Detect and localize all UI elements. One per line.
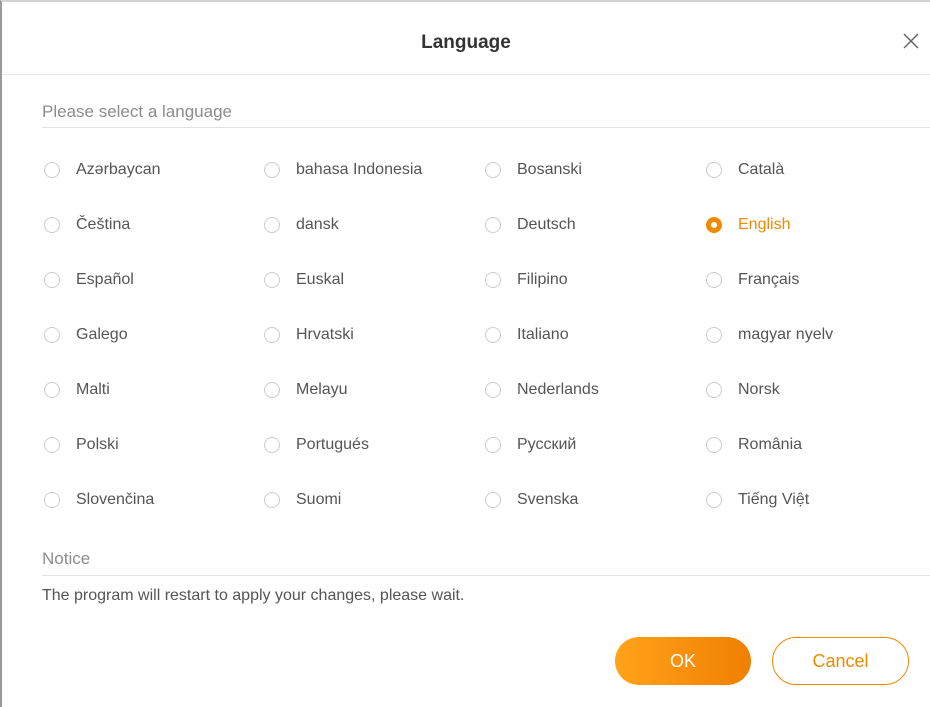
- radio-unchecked-icon[interactable]: [706, 162, 722, 178]
- radio-unchecked-icon[interactable]: [264, 162, 280, 178]
- radio-unchecked-icon[interactable]: [264, 382, 280, 398]
- radio-unchecked-icon[interactable]: [485, 162, 501, 178]
- language-option[interactable]: Deutsch: [485, 210, 576, 240]
- language-option[interactable]: Melayu: [264, 375, 348, 405]
- language-option[interactable]: dansk: [264, 210, 339, 240]
- radio-unchecked-icon[interactable]: [706, 492, 722, 508]
- radio-unchecked-icon[interactable]: [485, 382, 501, 398]
- language-option[interactable]: English: [706, 210, 790, 240]
- language-option[interactable]: Slovenčina: [44, 485, 154, 515]
- language-option-label: Tiếng Việt: [738, 491, 810, 508]
- language-option-label: România: [738, 436, 803, 453]
- radio-unchecked-icon[interactable]: [264, 327, 280, 343]
- language-option[interactable]: Suomi: [264, 485, 341, 515]
- language-option-label: Suomi: [296, 491, 342, 508]
- language-dialog: Language Please select a language Azərba…: [0, 0, 930, 707]
- language-option-label: Norsk: [738, 381, 780, 398]
- language-option-label: Svenska: [517, 491, 579, 508]
- select-divider: [42, 127, 930, 128]
- language-option-label: Galego: [76, 326, 128, 343]
- language-option-label: Melayu: [296, 381, 348, 398]
- radio-unchecked-icon[interactable]: [706, 272, 722, 288]
- language-option[interactable]: Русский: [485, 430, 576, 460]
- radio-unchecked-icon[interactable]: [706, 327, 722, 343]
- cancel-button[interactable]: Cancel: [772, 637, 909, 685]
- radio-unchecked-icon[interactable]: [485, 327, 501, 343]
- title-bar: Language: [2, 2, 930, 75]
- language-option-label: Slovenčina: [76, 491, 155, 508]
- language-option[interactable]: Català: [706, 155, 784, 185]
- language-option-label: dansk: [296, 216, 339, 233]
- language-option[interactable]: Malti: [44, 375, 110, 405]
- radio-unchecked-icon[interactable]: [44, 272, 60, 288]
- radio-unchecked-icon[interactable]: [485, 217, 501, 233]
- radio-unchecked-icon[interactable]: [264, 437, 280, 453]
- radio-unchecked-icon[interactable]: [44, 217, 60, 233]
- language-option-label: Filipino: [517, 271, 568, 288]
- language-option-label: bahasa Indonesia: [296, 161, 423, 178]
- radio-unchecked-icon[interactable]: [264, 217, 280, 233]
- language-option-label: Français: [738, 271, 800, 288]
- close-button[interactable]: [900, 30, 922, 52]
- language-option-label: Euskal: [296, 271, 345, 288]
- language-option-label: Portugués: [296, 436, 369, 453]
- language-option-label: English: [738, 216, 791, 233]
- language-option-label: Čeština: [76, 216, 131, 233]
- close-icon: [903, 33, 919, 49]
- radio-unchecked-icon[interactable]: [44, 382, 60, 398]
- notice-text: The program will restart to apply your c…: [42, 587, 465, 604]
- radio-unchecked-icon[interactable]: [44, 327, 60, 343]
- language-option[interactable]: România: [706, 430, 802, 460]
- language-option[interactable]: Nederlands: [485, 375, 599, 405]
- language-option-label: Русский: [517, 436, 577, 453]
- language-option[interactable]: Portugués: [264, 430, 369, 460]
- radio-unchecked-icon[interactable]: [44, 437, 60, 453]
- language-option[interactable]: Galego: [44, 320, 128, 350]
- language-option-label: Hrvatski: [296, 326, 354, 343]
- radio-unchecked-icon[interactable]: [264, 492, 280, 508]
- language-option[interactable]: Italiano: [485, 320, 569, 350]
- radio-unchecked-icon[interactable]: [485, 492, 501, 508]
- notice-label: Notice: [42, 549, 91, 568]
- language-option[interactable]: magyar nyelv: [706, 320, 833, 350]
- language-option[interactable]: Polski: [44, 430, 119, 460]
- language-option-label: magyar nyelv: [738, 326, 834, 343]
- radio-unchecked-icon[interactable]: [485, 437, 501, 453]
- language-option-label: Malti: [76, 381, 110, 398]
- language-option[interactable]: Euskal: [264, 265, 344, 295]
- language-option-label: Català: [738, 161, 785, 178]
- ok-button[interactable]: OK: [615, 637, 751, 685]
- language-option[interactable]: Svenska: [485, 485, 578, 515]
- language-option-label: Azərbaycan: [76, 161, 161, 178]
- radio-unchecked-icon[interactable]: [264, 272, 280, 288]
- language-option[interactable]: Español: [44, 265, 134, 295]
- radio-unchecked-icon[interactable]: [706, 437, 722, 453]
- language-option[interactable]: Hrvatski: [264, 320, 354, 350]
- language-option-label: Deutsch: [517, 216, 576, 233]
- language-option-label: Italiano: [517, 326, 569, 343]
- radio-unchecked-icon[interactable]: [44, 162, 60, 178]
- language-option[interactable]: Tiếng Việt: [706, 485, 809, 515]
- dialog-title: Language: [421, 32, 511, 53]
- language-option[interactable]: Filipino: [485, 265, 568, 295]
- language-option[interactable]: Bosanski: [485, 155, 582, 185]
- radio-unchecked-icon[interactable]: [44, 492, 60, 508]
- radio-unchecked-icon[interactable]: [706, 382, 722, 398]
- select-language-label: Please select a language: [42, 102, 232, 121]
- language-option-label: Polski: [76, 436, 119, 453]
- language-option[interactable]: Français: [706, 265, 799, 295]
- language-option-label: Nederlands: [517, 381, 599, 398]
- language-option-label: Bosanski: [517, 161, 582, 178]
- radio-checked-icon[interactable]: [706, 217, 722, 233]
- language-option[interactable]: bahasa Indonesia: [264, 155, 422, 185]
- language-option[interactable]: Azərbaycan: [44, 155, 161, 185]
- radio-unchecked-icon[interactable]: [485, 272, 501, 288]
- notice-divider: [42, 575, 930, 576]
- language-option[interactable]: Čeština: [44, 210, 130, 240]
- language-option[interactable]: Norsk: [706, 375, 780, 405]
- language-option-label: Español: [76, 271, 134, 288]
